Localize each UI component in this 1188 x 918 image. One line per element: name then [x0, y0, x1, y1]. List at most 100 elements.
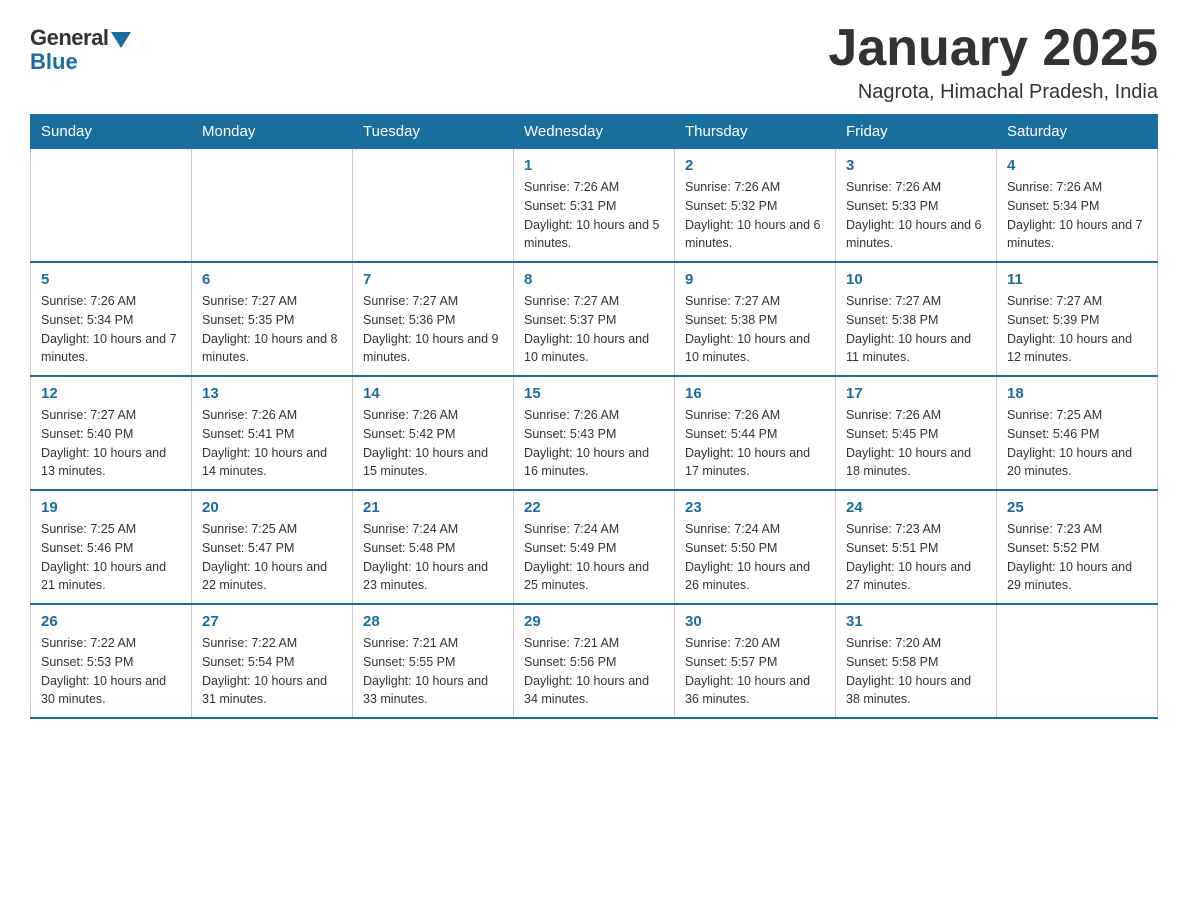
calendar-cell: 20Sunrise: 7:25 AMSunset: 5:47 PMDayligh… — [192, 490, 353, 604]
logo-blue-text: Blue — [30, 49, 78, 75]
title-area: January 2025 Nagrota, Himachal Pradesh, … — [828, 20, 1158, 104]
calendar-cell: 2 Sunrise: 7:26 AMSunset: 5:32 PMDaylight… — [675, 149, 836, 263]
calendar-cell: 16 Sunrise: 7:26 AMSunset: 5:44 PMDayligh… — [675, 376, 836, 490]
calendar-cell — [997, 604, 1158, 718]
day-number: 27 — [202, 613, 342, 630]
day-number: 15 — [524, 385, 664, 402]
day-info: Sunrise: 7:26 AMSunset: 5:43 PMDaylight:… — [524, 406, 664, 481]
day-number: 8 — [524, 271, 664, 288]
day-info: Sunrise: 7:26 AMSunset: 5:33 PMDaylight:… — [846, 178, 986, 253]
day-info: Sunrise: 7:26 AMSunset: 5:45 PMDaylight:… — [846, 406, 986, 481]
day-number: 28 — [363, 613, 503, 630]
day-info: Sunrise: 7:27 AMSunset: 5:37 PMDaylight:… — [524, 292, 664, 367]
day-number: 19 — [41, 499, 181, 516]
calendar-cell: 18Sunrise: 7:25 AMSunset: 5:46 PMDayligh… — [997, 376, 1158, 490]
day-number: 6 — [202, 271, 342, 288]
day-number: 7 — [363, 271, 503, 288]
calendar-header-saturday: Saturday — [997, 115, 1158, 149]
day-info: Sunrise: 7:27 AMSunset: 5:40 PMDaylight:… — [41, 406, 181, 481]
calendar-cell: 11Sunrise: 7:27 AMSunset: 5:39 PMDayligh… — [997, 262, 1158, 376]
day-info: Sunrise: 7:27 AMSunset: 5:35 PMDaylight:… — [202, 292, 342, 367]
calendar-header-tuesday: Tuesday — [353, 115, 514, 149]
day-info: Sunrise: 7:27 AMSunset: 5:38 PMDaylight:… — [685, 292, 825, 367]
day-number: 22 — [524, 499, 664, 516]
calendar-cell: 6 Sunrise: 7:27 AMSunset: 5:35 PMDaylight… — [192, 262, 353, 376]
calendar-cell: 25Sunrise: 7:23 AMSunset: 5:52 PMDayligh… — [997, 490, 1158, 604]
day-info: Sunrise: 7:26 AMSunset: 5:42 PMDaylight:… — [363, 406, 503, 481]
day-number: 31 — [846, 613, 986, 630]
day-number: 3 — [846, 157, 986, 174]
calendar-week-4: 19 Sunrise: 7:25 AMSunset: 5:46 PMDayligh… — [31, 490, 1158, 604]
calendar-cell: 30 Sunrise: 7:20 AMSunset: 5:57 PMDayligh… — [675, 604, 836, 718]
calendar-cell: 12Sunrise: 7:27 AMSunset: 5:40 PMDayligh… — [31, 376, 192, 490]
day-number: 5 — [41, 271, 181, 288]
calendar-cell — [192, 149, 353, 263]
calendar-cell: 21 Sunrise: 7:24 AMSunset: 5:48 PMDayligh… — [353, 490, 514, 604]
page-title: January 2025 — [828, 20, 1158, 77]
calendar-week-1: 1 Sunrise: 7:26 AMSunset: 5:31 PMDaylight… — [31, 149, 1158, 263]
calendar-cell — [31, 149, 192, 263]
day-number: 14 — [363, 385, 503, 402]
day-info: Sunrise: 7:21 AMSunset: 5:55 PMDaylight:… — [363, 634, 503, 709]
day-info: Sunrise: 7:22 AMSunset: 5:53 PMDaylight:… — [41, 634, 181, 709]
calendar-week-3: 12Sunrise: 7:27 AMSunset: 5:40 PMDayligh… — [31, 376, 1158, 490]
day-info: Sunrise: 7:23 AMSunset: 5:51 PMDaylight:… — [846, 520, 986, 595]
logo-triangle-icon — [111, 32, 131, 48]
day-number: 10 — [846, 271, 986, 288]
day-number: 13 — [202, 385, 342, 402]
day-info: Sunrise: 7:27 AMSunset: 5:39 PMDaylight:… — [1007, 292, 1147, 367]
day-info: Sunrise: 7:27 AMSunset: 5:36 PMDaylight:… — [363, 292, 503, 367]
day-info: Sunrise: 7:22 AMSunset: 5:54 PMDaylight:… — [202, 634, 342, 709]
day-info: Sunrise: 7:24 AMSunset: 5:50 PMDaylight:… — [685, 520, 825, 595]
calendar-header-friday: Friday — [836, 115, 997, 149]
calendar-cell: 14 Sunrise: 7:26 AMSunset: 5:42 PMDayligh… — [353, 376, 514, 490]
day-number: 20 — [202, 499, 342, 516]
header: General Blue January 2025 Nagrota, Himac… — [30, 20, 1158, 104]
day-number: 16 — [685, 385, 825, 402]
calendar-cell: 31 Sunrise: 7:20 AMSunset: 5:58 PMDayligh… — [836, 604, 997, 718]
calendar: SundayMondayTuesdayWednesdayThursdayFrid… — [30, 114, 1158, 719]
calendar-cell: 13 Sunrise: 7:26 AMSunset: 5:41 PMDayligh… — [192, 376, 353, 490]
day-number: 4 — [1007, 157, 1147, 174]
day-number: 24 — [846, 499, 986, 516]
calendar-cell: 15 Sunrise: 7:26 AMSunset: 5:43 PMDayligh… — [514, 376, 675, 490]
calendar-header-sunday: Sunday — [31, 115, 192, 149]
day-info: Sunrise: 7:26 AMSunset: 5:44 PMDaylight:… — [685, 406, 825, 481]
day-number: 30 — [685, 613, 825, 630]
day-info: Sunrise: 7:27 AMSunset: 5:38 PMDaylight:… — [846, 292, 986, 367]
calendar-header-monday: Monday — [192, 115, 353, 149]
calendar-cell: 26Sunrise: 7:22 AMSunset: 5:53 PMDayligh… — [31, 604, 192, 718]
day-info: Sunrise: 7:26 AMSunset: 5:31 PMDaylight:… — [524, 178, 664, 253]
day-number: 25 — [1007, 499, 1147, 516]
day-number: 17 — [846, 385, 986, 402]
calendar-cell: 7 Sunrise: 7:27 AMSunset: 5:36 PMDaylight… — [353, 262, 514, 376]
day-info: Sunrise: 7:20 AMSunset: 5:58 PMDaylight:… — [846, 634, 986, 709]
calendar-cell: 22Sunrise: 7:24 AMSunset: 5:49 PMDayligh… — [514, 490, 675, 604]
calendar-cell — [353, 149, 514, 263]
day-info: Sunrise: 7:26 AMSunset: 5:41 PMDaylight:… — [202, 406, 342, 481]
day-info: Sunrise: 7:26 AMSunset: 5:34 PMDaylight:… — [1007, 178, 1147, 253]
calendar-week-5: 26Sunrise: 7:22 AMSunset: 5:53 PMDayligh… — [31, 604, 1158, 718]
calendar-cell: 19 Sunrise: 7:25 AMSunset: 5:46 PMDayligh… — [31, 490, 192, 604]
logo: General Blue — [30, 25, 131, 75]
calendar-header-row: SundayMondayTuesdayWednesdayThursdayFrid… — [31, 115, 1158, 149]
day-info: Sunrise: 7:26 AMSunset: 5:34 PMDaylight:… — [41, 292, 181, 367]
day-info: Sunrise: 7:26 AMSunset: 5:32 PMDaylight:… — [685, 178, 825, 253]
day-number: 21 — [363, 499, 503, 516]
calendar-cell: 8 Sunrise: 7:27 AMSunset: 5:37 PMDaylight… — [514, 262, 675, 376]
day-number: 2 — [685, 157, 825, 174]
subtitle: Nagrota, Himachal Pradesh, India — [828, 81, 1158, 104]
calendar-cell: 27 Sunrise: 7:22 AMSunset: 5:54 PMDayligh… — [192, 604, 353, 718]
calendar-cell: 24 Sunrise: 7:23 AMSunset: 5:51 PMDayligh… — [836, 490, 997, 604]
day-info: Sunrise: 7:20 AMSunset: 5:57 PMDaylight:… — [685, 634, 825, 709]
day-info: Sunrise: 7:24 AMSunset: 5:48 PMDaylight:… — [363, 520, 503, 595]
day-info: Sunrise: 7:25 AMSunset: 5:46 PMDaylight:… — [1007, 406, 1147, 481]
calendar-cell: 5 Sunrise: 7:26 AMSunset: 5:34 PMDaylight… — [31, 262, 192, 376]
day-number: 9 — [685, 271, 825, 288]
day-info: Sunrise: 7:21 AMSunset: 5:56 PMDaylight:… — [524, 634, 664, 709]
calendar-cell: 10 Sunrise: 7:27 AMSunset: 5:38 PMDayligh… — [836, 262, 997, 376]
logo-general-text: General — [30, 25, 108, 51]
calendar-cell: 3 Sunrise: 7:26 AMSunset: 5:33 PMDaylight… — [836, 149, 997, 263]
day-info: Sunrise: 7:25 AMSunset: 5:46 PMDaylight:… — [41, 520, 181, 595]
day-number: 1 — [524, 157, 664, 174]
